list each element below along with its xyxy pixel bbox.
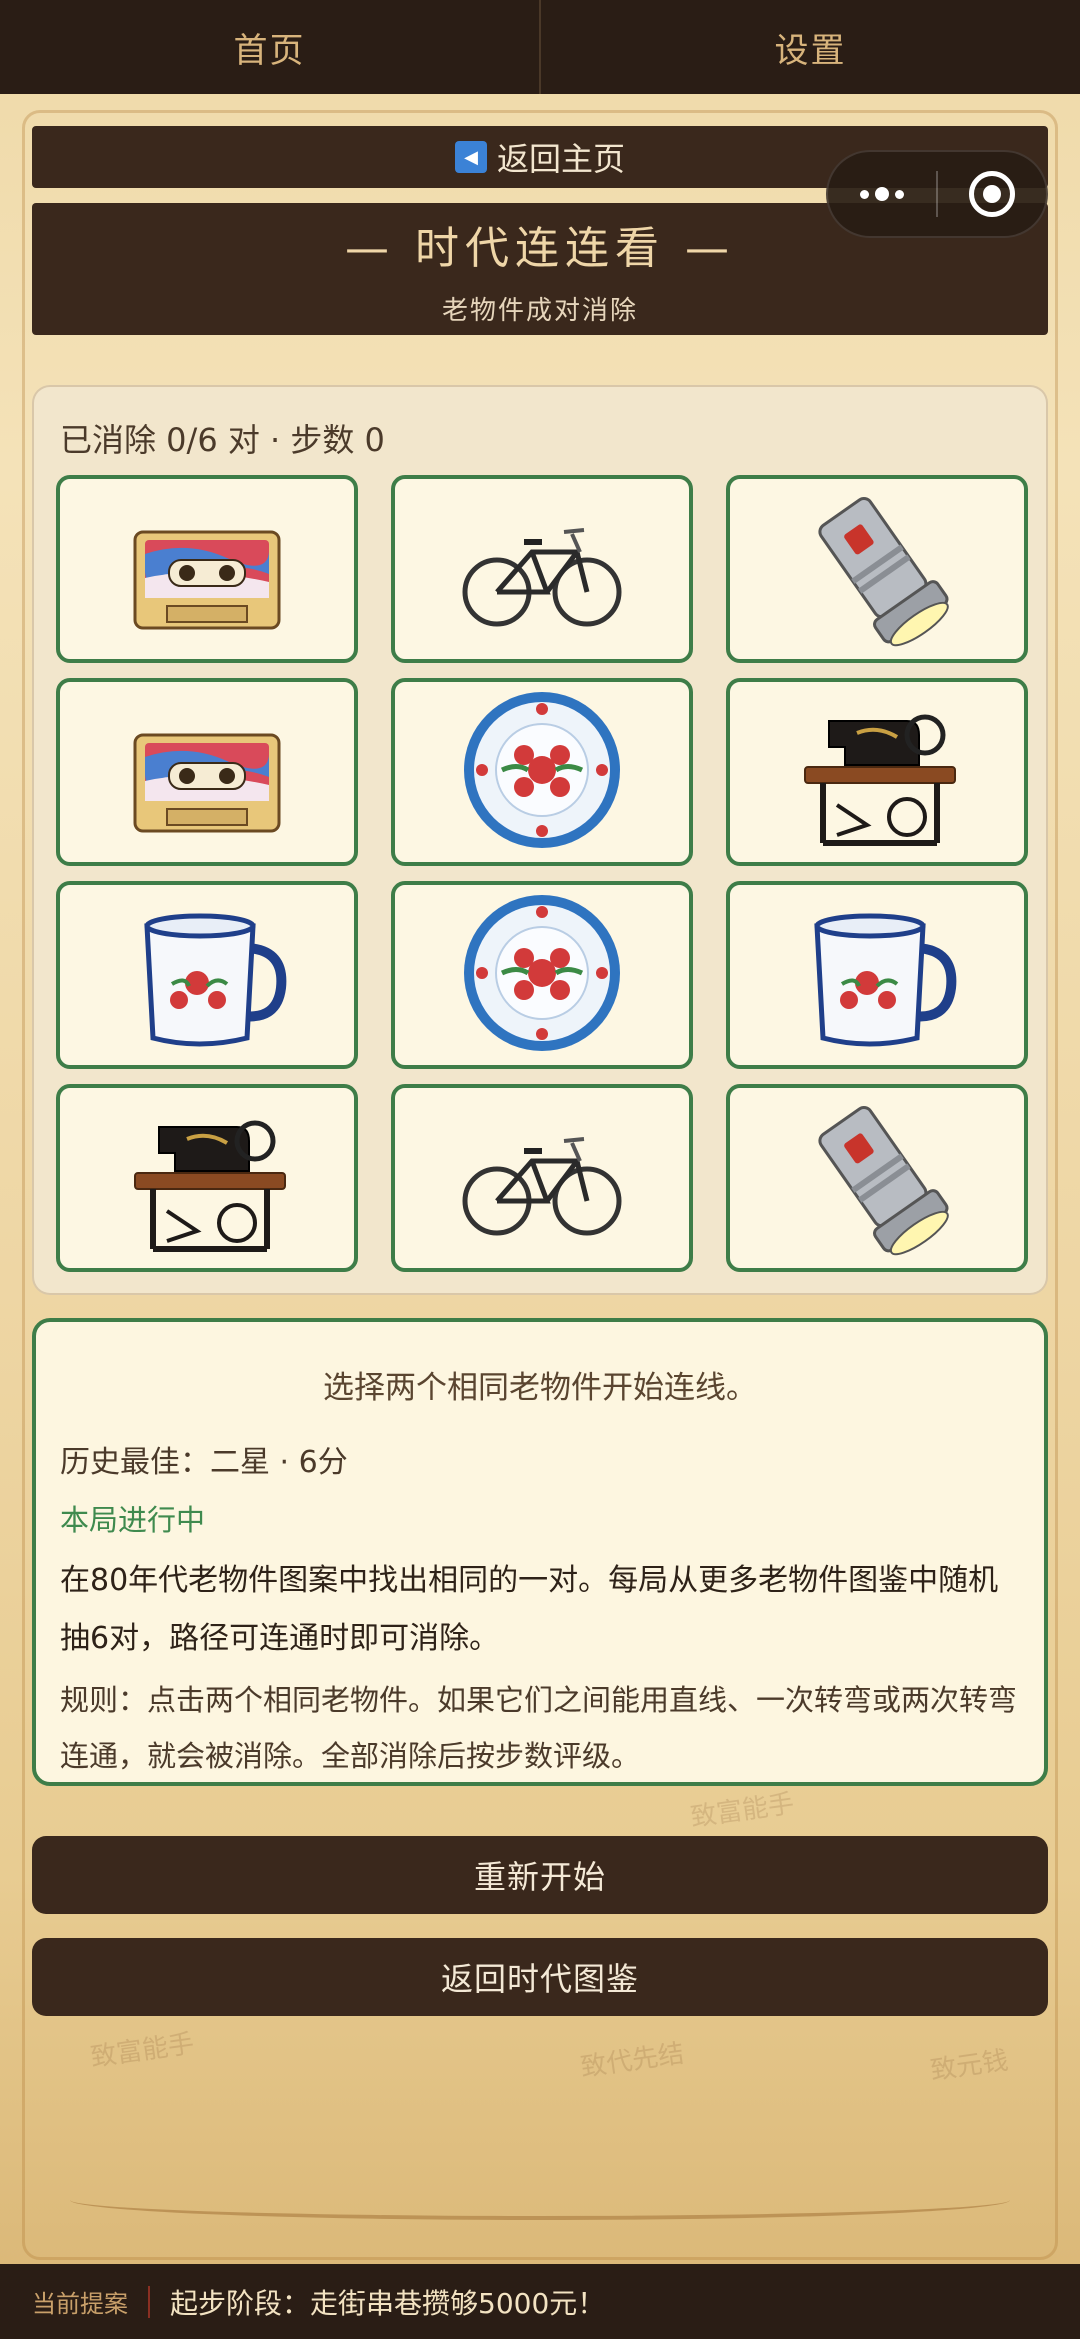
bicycle-icon [452,482,632,656]
tab-settings[interactable]: 设置 [541,0,1080,94]
game-state: 本局进行中 [60,1503,206,1537]
ticker-text: 起步阶段：走街串巷攒够5000元！ [170,2286,606,2320]
tab-home[interactable]: 首页 [0,0,539,94]
more-dots-icon [860,187,904,201]
tile[interactable] [726,881,1028,1069]
info-panel: 选择两个相同老物件开始连线。 历史最佳：二星 · 6分 本局进行中 在80年代老… [32,1318,1048,1786]
progress-stats: 已消除 0/6 对 · 步数 0 [60,421,385,459]
tile[interactable] [56,1084,358,1272]
watermark: 致元钱 [928,2045,1011,2087]
tile[interactable] [391,475,693,663]
back-to-atlas-button[interactable]: 返回时代图鉴 [32,1938,1048,2016]
tile[interactable] [391,881,693,1069]
best-record: 历史最佳：二星 · 6分 [60,1445,348,1480]
back-triangle-icon: ◀ [454,141,487,173]
flashlight-icon [787,1091,967,1265]
mug-icon [787,888,967,1062]
tile[interactable] [726,678,1028,866]
tile[interactable] [56,678,358,866]
decorative-swirl [70,2180,1010,2220]
game-description: 在80年代老物件图案中找出相同的一对。每局从更多老物件图鉴中随机抽6对，路径可连… [60,1563,999,1656]
game-board: 已消除 0/6 对 · 步数 0 [32,385,1048,1295]
more-menu-button[interactable] [828,152,936,236]
tile-grid [56,475,1028,1272]
plate-icon [452,685,632,859]
back-home-label: 返回主页 [496,140,625,178]
tile[interactable] [56,881,358,1069]
top-tab-bar: 首页 设置 [0,0,1080,94]
restart-button[interactable]: 重新开始 [32,1836,1048,1914]
page-subtitle: 老物件成对消除 [441,295,638,326]
sewing-machine-icon [117,1091,297,1265]
plate-icon [452,888,632,1062]
watermark: 致富能手 [88,2028,196,2074]
watermark: 致代先结 [578,2038,686,2084]
cassette-icon [117,482,297,656]
bottom-ticker: 当前提案 起步阶段：走街串巷攒够5000元！ [0,2264,1080,2339]
game-rules: 规则：点击两个相同老物件。如果它们之间能用直线、一次转弯或两次转弯连通，就会被消… [60,1683,1018,1773]
target-close-icon [969,171,1015,217]
watermark: 致富能手 [688,1788,796,1834]
miniprogram-capsule [826,150,1048,238]
sewing-machine-icon [787,685,967,859]
tile[interactable] [56,475,358,663]
status-prompt: 选择两个相同老物件开始连线。 [323,1370,757,1406]
cassette-icon [117,685,297,859]
mug-icon [117,888,297,1062]
tile[interactable] [726,475,1028,663]
tab-settings-label: 设置 [774,30,847,71]
ticker-divider [148,2285,150,2318]
flashlight-icon [787,482,967,656]
tile[interactable] [726,1084,1028,1272]
ticker-label: 当前提案 [32,2290,128,2318]
close-miniprogram-button[interactable] [938,152,1046,236]
page-title: — 时代连连看 — [345,222,735,274]
tab-home-label: 首页 [233,30,306,71]
tile[interactable] [391,678,693,866]
tile[interactable] [391,1084,693,1272]
bicycle-icon [452,1091,632,1265]
